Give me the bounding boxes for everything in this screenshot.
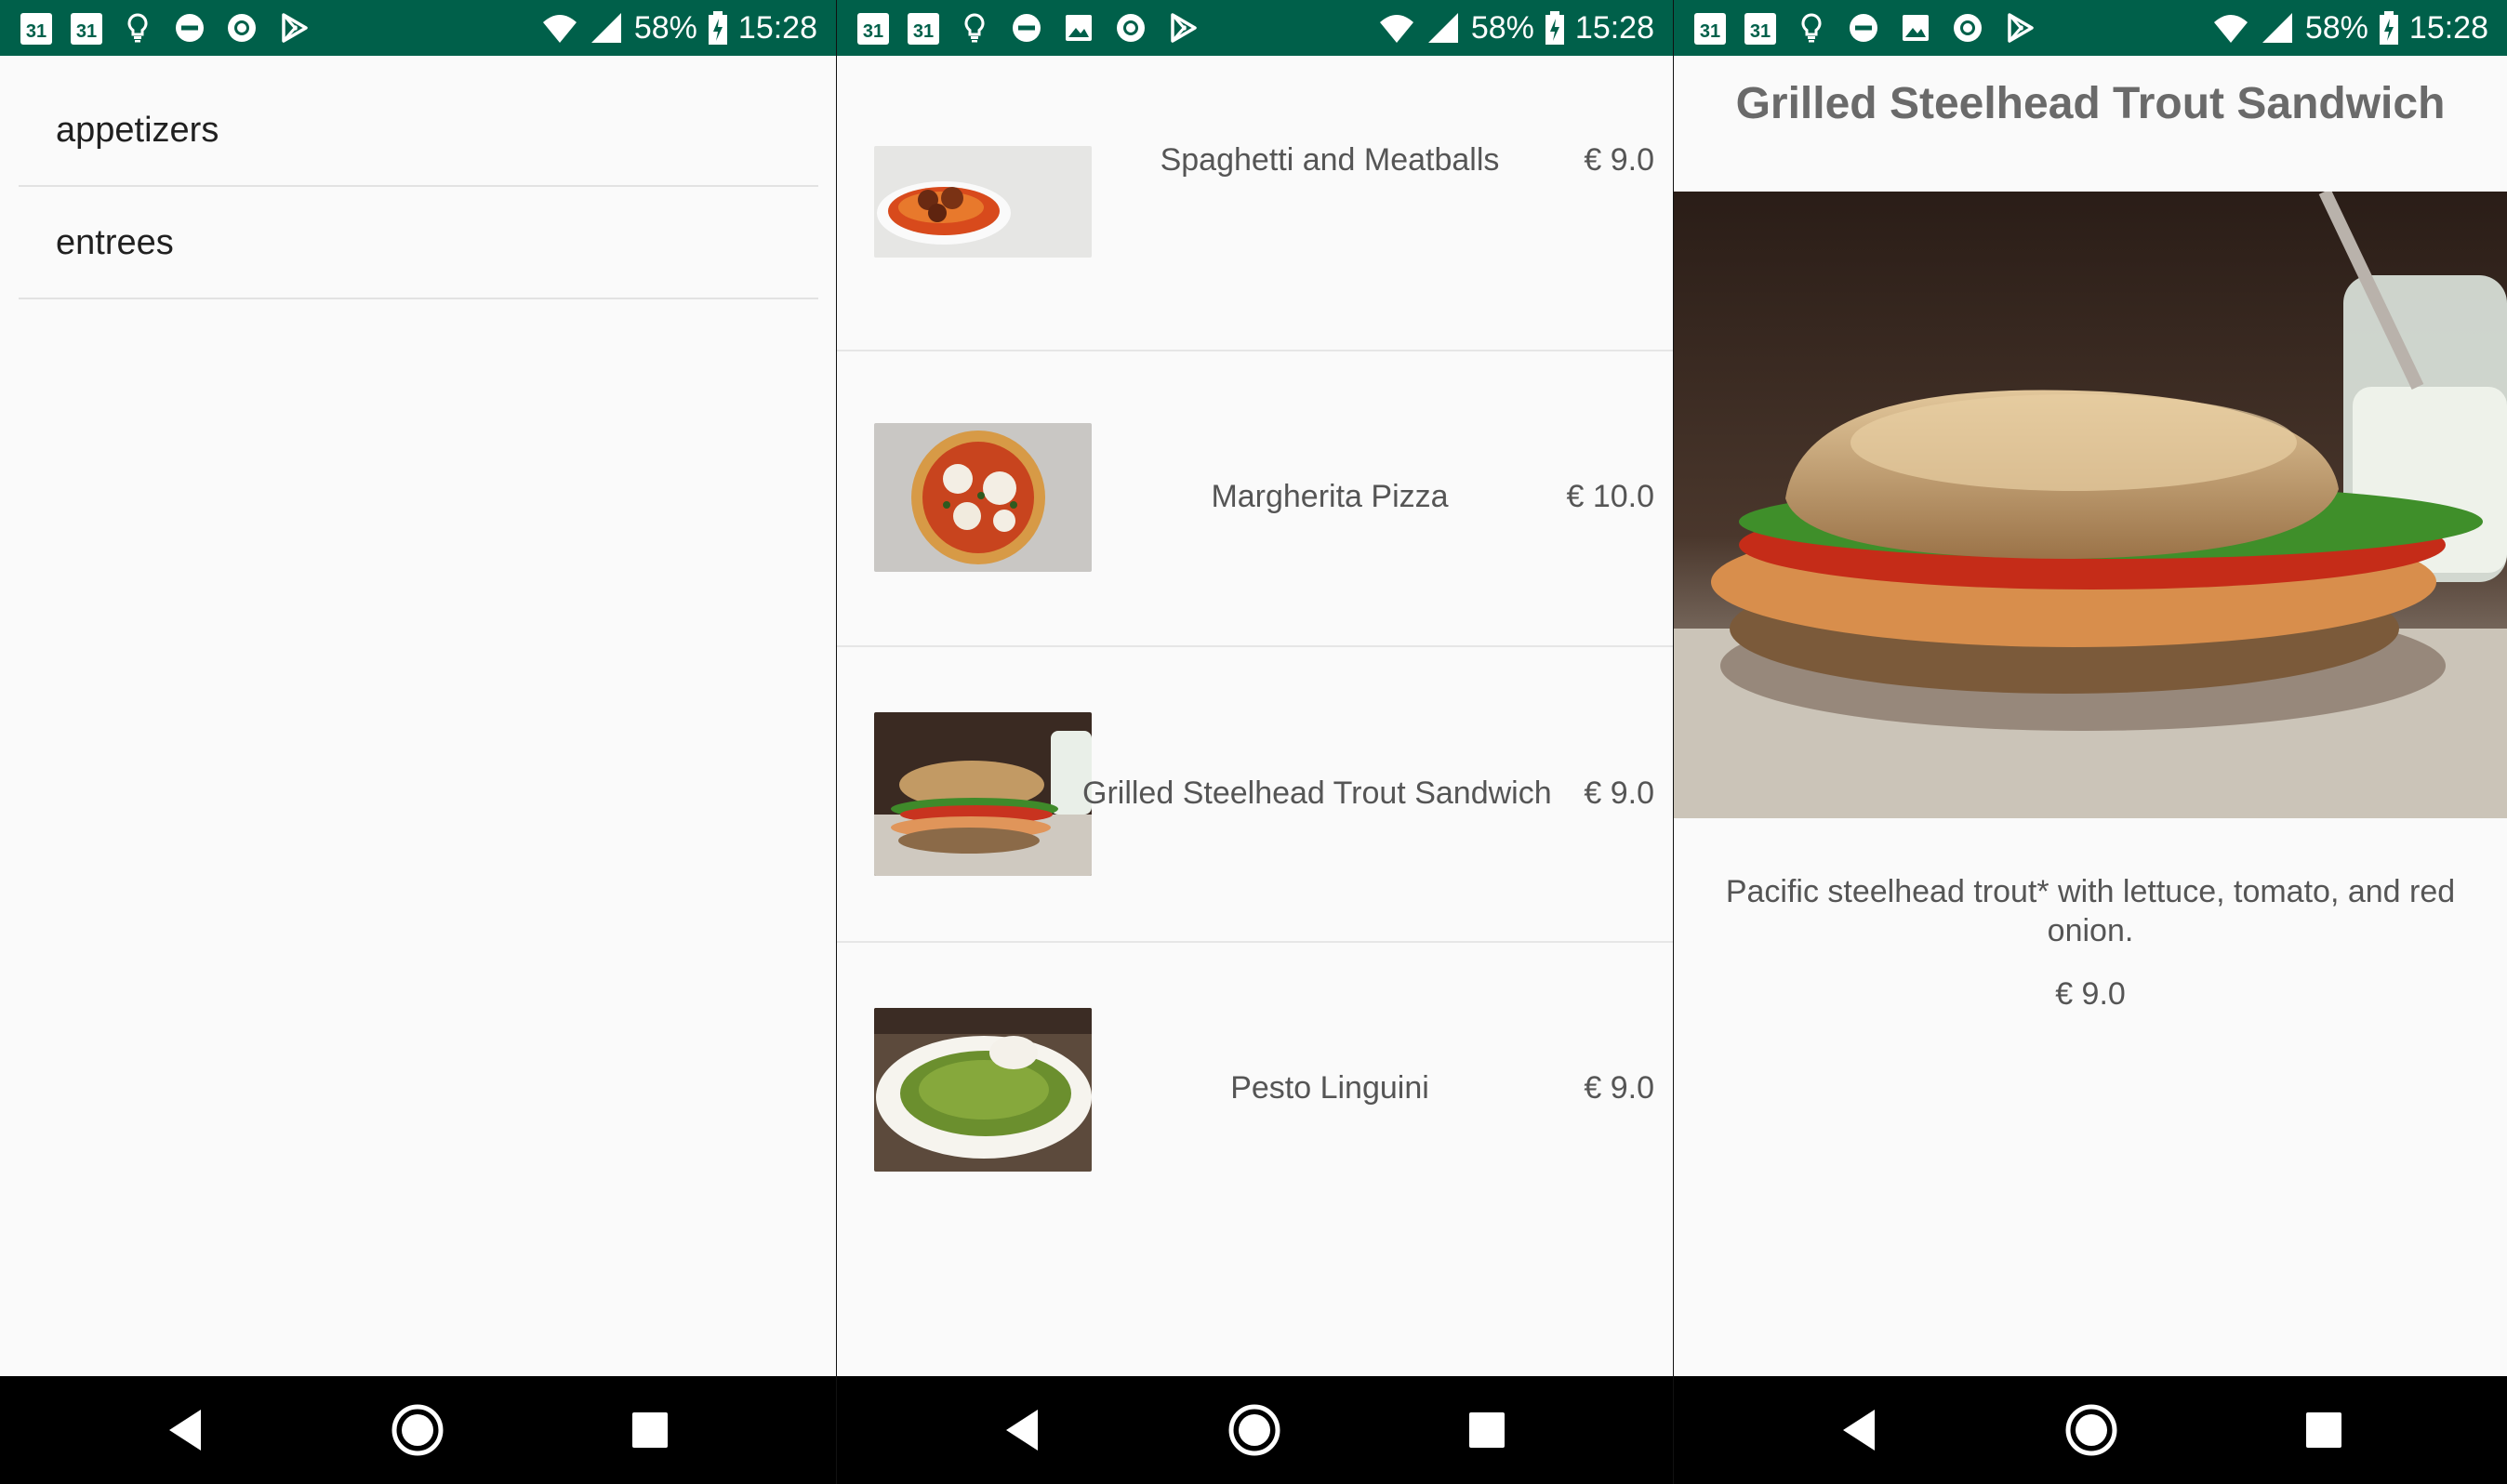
battery-percent: 58% [2304,10,2368,46]
menu-item-margherita[interactable]: Margherita Pizza € 10.0 [837,351,1673,647]
navigation-bar [837,1376,1673,1484]
item-price: € 9.0 [1584,775,1654,811]
item-title: Grilled Steelhead Trout Sandwich [1735,79,2446,128]
notification-icons: 31 31 [19,7,312,48]
menu-list: Spaghetti and Meatballs € 9.0 Margherita… [837,56,1673,1239]
clock: 15:28 [2408,10,2488,46]
system-status: 58% 15:28 [2212,7,2488,48]
calendar-icon: 31 [19,9,54,46]
item-price: € 10.0 [1566,479,1654,514]
do-not-disturb-icon [1008,9,1045,46]
item-name: Margherita Pizza [1211,479,1449,514]
battery-charging-icon [707,9,729,46]
item-name: Pesto Linguini [1230,1070,1429,1106]
circle-icon [1112,9,1149,46]
battery-charging-icon [1544,9,1566,46]
category-list: appetizers entrees [19,74,818,299]
lightbulb-icon [1793,9,1830,46]
menu-list-screen: 31 31 58% 15:28 Spaghetti and Meatballs … [837,0,1673,1484]
categories-screen: 31 31 58% 15:28 appetizers entrees [0,0,836,1484]
status-bar: 31 31 58% 15:28 [1674,0,2507,56]
battery-charging-icon [2378,9,2400,46]
wifi-icon [2212,9,2249,46]
item-description: Pacific steelhead trout* with lettuce, t… [1725,874,2456,948]
trout-sandwich-hero-photo [1674,192,2507,818]
item-name: Grilled Steelhead Trout Sandwich [1082,775,1552,811]
recents-icon[interactable] [1459,1402,1515,1458]
signal-icon [1425,9,1462,46]
lightbulb-icon [956,9,993,46]
home-icon[interactable] [390,1402,445,1458]
back-icon[interactable] [158,1402,214,1458]
navigation-bar [0,1376,836,1484]
spaghetti-meatballs-photo [874,146,1092,258]
item-price: € 9.0 [1584,142,1654,178]
back-icon[interactable] [1832,1402,1888,1458]
home-icon[interactable] [1227,1402,1282,1458]
system-status: 58% 15:28 [541,7,817,48]
notification-icons: 31 31 [1692,7,2038,48]
status-bar: 31 31 58% 15:28 [0,0,836,56]
menu-item-spaghetti[interactable]: Spaghetti and Meatballs € 9.0 [837,56,1673,351]
trout-sandwich-photo [874,712,1092,876]
do-not-disturb-icon [1845,9,1882,46]
calendar-icon: 31 [69,9,104,46]
lightbulb-icon [119,9,156,46]
play-store-icon [1164,9,1201,46]
do-not-disturb-icon [171,9,208,46]
item-detail-screen: 31 31 58% 15:28 Grilled Steelhead Trout … [1674,0,2507,1484]
pesto-linguini-photo [874,1008,1092,1172]
calendar-icon: 31 [906,9,941,46]
signal-icon [588,9,625,46]
wifi-icon [1378,9,1415,46]
system-status: 58% 15:28 [1378,7,1654,48]
signal-icon [2259,9,2296,46]
wifi-icon [541,9,578,46]
category-item-entrees[interactable]: entrees [19,187,818,299]
calendar-icon: 31 [1692,9,1728,46]
item-name: Spaghetti and Meatballs [1160,142,1500,178]
menu-item-trout-sandwich[interactable]: Grilled Steelhead Trout Sandwich € 9.0 [837,647,1673,943]
play-store-icon [2001,9,2038,46]
battery-percent: 58% [633,10,697,46]
clock: 15:28 [737,10,817,46]
recents-icon[interactable] [622,1402,678,1458]
clock: 15:28 [1574,10,1654,46]
menu-item-pesto-linguini[interactable]: Pesto Linguini € 9.0 [837,943,1673,1239]
image-icon [1060,9,1097,46]
navigation-bar [1674,1376,2507,1484]
notification-icons: 31 31 [856,7,1201,48]
circle-icon [223,9,260,46]
home-icon[interactable] [2063,1402,2119,1458]
recents-icon[interactable] [2296,1402,2352,1458]
margherita-pizza-photo [874,423,1092,572]
image-icon [1897,9,1934,46]
item-price: € 9.0 [2055,976,2126,1012]
calendar-icon: 31 [1743,9,1778,46]
battery-percent: 58% [1470,10,1534,46]
category-item-appetizers[interactable]: appetizers [19,74,818,187]
calendar-icon: 31 [856,9,891,46]
back-icon[interactable] [995,1402,1051,1458]
play-store-icon [275,9,312,46]
circle-icon [1949,9,1986,46]
item-price: € 9.0 [1584,1070,1654,1106]
status-bar: 31 31 58% 15:28 [837,0,1673,56]
